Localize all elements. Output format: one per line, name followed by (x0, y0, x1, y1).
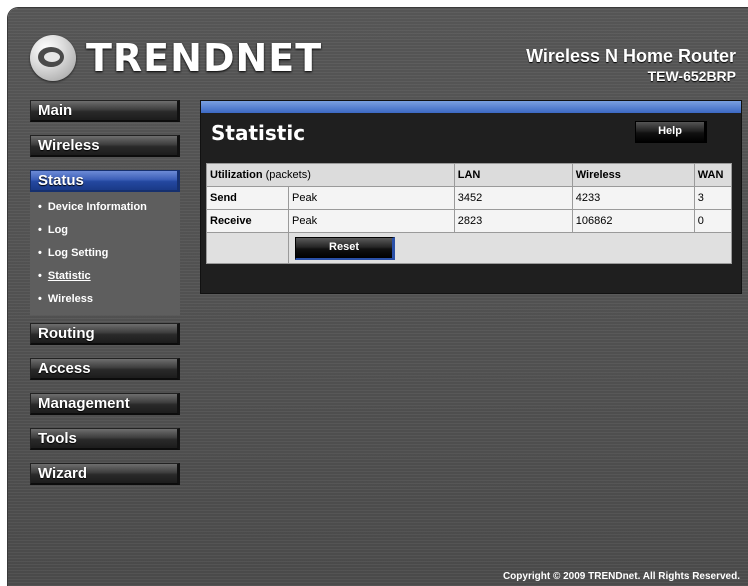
row-type: Peak (288, 186, 455, 210)
statistic-panel: Statistic Help Utilization (packets) LAN… (200, 100, 742, 294)
bullet-icon: • (38, 247, 42, 259)
header-utilization: Utilization (packets) (206, 163, 455, 187)
help-button[interactable]: Help (635, 121, 707, 143)
table-row-send: Send Peak 3452 4233 3 (206, 186, 733, 210)
cell-lan: 2823 (453, 209, 573, 233)
trendnet-logo: TRENDNET (30, 34, 322, 82)
header-wan: WAN (693, 163, 733, 187)
cell-wireless: 4233 (571, 186, 695, 210)
row-label: Receive (206, 209, 289, 233)
nav-tools[interactable]: Tools (30, 428, 180, 450)
header-wireless: Wireless (571, 163, 695, 187)
table-header-row: Utilization (packets) LAN Wireless WAN (206, 163, 733, 187)
subnav-log[interactable]: • Log (30, 219, 180, 242)
bullet-icon: • (38, 270, 42, 282)
header-lan: LAN (453, 163, 573, 187)
cell-wan: 3 (693, 186, 733, 210)
cell-wan: 0 (693, 209, 733, 233)
subnav-log-setting[interactable]: • Log Setting (30, 242, 180, 265)
nav-wireless[interactable]: Wireless (30, 135, 180, 157)
bullet-icon: • (38, 201, 42, 213)
reset-cell: Reset (288, 232, 732, 264)
bullet-icon: • (38, 224, 42, 236)
sidebar-nav: Main Wireless Status • Device Information… (30, 100, 182, 498)
cell-lan: 3452 (453, 186, 573, 210)
row-label: Send (206, 186, 289, 210)
table-row-receive: Receive Peak 2823 106862 0 (206, 209, 733, 233)
copyright-text: Copyright © 2009 TRENDnet. All Rights Re… (502, 571, 740, 582)
panel-accent-bar (201, 101, 741, 113)
subnav-wireless[interactable]: • Wireless (30, 288, 180, 311)
nav-main[interactable]: Main (30, 100, 180, 122)
reset-button[interactable]: Reset (295, 236, 395, 260)
status-submenu: • Device Information • Log • Log Setting • S… (30, 192, 180, 315)
nav-management[interactable]: Management (30, 393, 180, 415)
nav-routing[interactable]: Routing (30, 323, 180, 345)
cell-wireless: 106862 (571, 209, 695, 233)
subnav-statistic[interactable]: • Statistic (30, 265, 180, 288)
model-number: TEW-652BRP (647, 68, 736, 84)
subnav-device-information[interactable]: • Device Information (30, 196, 180, 219)
statistics-table: Utilization (packets) LAN Wireless WAN S… (206, 163, 733, 264)
empty-cell (206, 232, 289, 264)
router-admin-window: TRENDNET Wireless N Home Router TEW-652B… (8, 8, 748, 586)
logo-text: TRENDNET (86, 36, 323, 80)
trendnet-logo-icon (30, 35, 76, 81)
page-title: Statistic (211, 121, 306, 145)
nav-status[interactable]: Status (30, 170, 180, 192)
product-name: Wireless N Home Router (526, 46, 736, 66)
nav-access[interactable]: Access (30, 358, 180, 380)
row-type: Peak (288, 209, 455, 233)
nav-wizard[interactable]: Wizard (30, 463, 180, 485)
table-button-row: Reset (206, 232, 732, 264)
bullet-icon: • (38, 293, 42, 305)
product-info: Wireless N Home Router TEW-652BRP (526, 46, 736, 84)
